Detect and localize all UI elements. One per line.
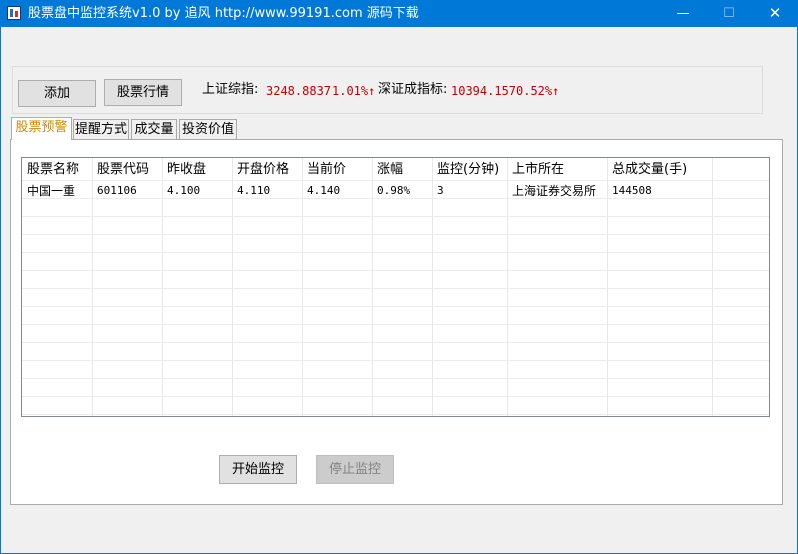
cell-open-price: 4.110 [237,184,271,197]
column-header-current-price[interactable]: 当前价 [307,162,346,178]
stock-alert-grid[interactable]: 股票名称 股票代码 昨收盘 开盘价格 当前价 涨幅 监控(分钟) 上市所在 总成… [21,157,770,417]
maximize-button[interactable]: ☐ [706,0,752,27]
sz-index-label: 深证成指标: [378,82,448,97]
cell-current-price: 4.140 [307,184,341,197]
cell-stock-name: 中国一重 [27,184,76,198]
stop-monitor-button: 停止监控 [316,455,394,484]
minimize-button[interactable]: — [660,0,706,27]
add-button[interactable]: 添加 [18,80,96,107]
column-header-total-volume[interactable]: 总成交量(手) [612,162,687,178]
title-bar: 股票盘中监控系统v1.0 by 追风 http://www.99191.com … [0,0,798,27]
cell-stock-code: 601106 [97,184,137,197]
sh-index-value: 3248.8837 [266,84,332,98]
window-title: 股票盘中监控系统v1.0 by 追风 http://www.99191.com … [28,6,419,21]
cell-total-volume: 144508 [612,184,652,197]
column-header-monitor-minutes[interactable]: 监控(分钟) [437,162,499,178]
cell-monitor-minutes: 3 [437,184,444,197]
sz-index-change: 0.52%↑ [516,84,560,98]
tab-volume[interactable]: 成交量 [131,119,177,139]
stock-quote-button[interactable]: 股票行情 [104,79,182,106]
cell-exchange: 上海证券交易所 [512,184,597,198]
column-header-open-price[interactable]: 开盘价格 [237,162,289,178]
close-button[interactable]: ✕ [752,0,798,27]
start-monitor-button[interactable]: 开始监控 [219,455,297,484]
stock-chart-icon [7,6,21,20]
column-header-stock-code[interactable]: 股票代码 [97,162,149,178]
tab-investment-value[interactable]: 投资价值 [179,119,237,139]
column-header-change[interactable]: 涨幅 [377,162,403,178]
sz-index-value: 10394.157 [451,84,517,98]
column-header-prev-close[interactable]: 昨收盘 [167,162,206,178]
sh-index-change: 1.01%↑ [332,84,376,98]
tab-reminder-method[interactable]: 提醒方式 [73,119,129,139]
column-header-exchange[interactable]: 上市所在 [512,162,564,178]
sh-index-label: 上证综指: [202,82,259,97]
cell-change: 0.98% [377,184,411,197]
column-header-stock-name[interactable]: 股票名称 [27,162,79,178]
tab-stock-alert[interactable]: 股票预警 [11,117,72,140]
cell-prev-close: 4.100 [167,184,201,197]
